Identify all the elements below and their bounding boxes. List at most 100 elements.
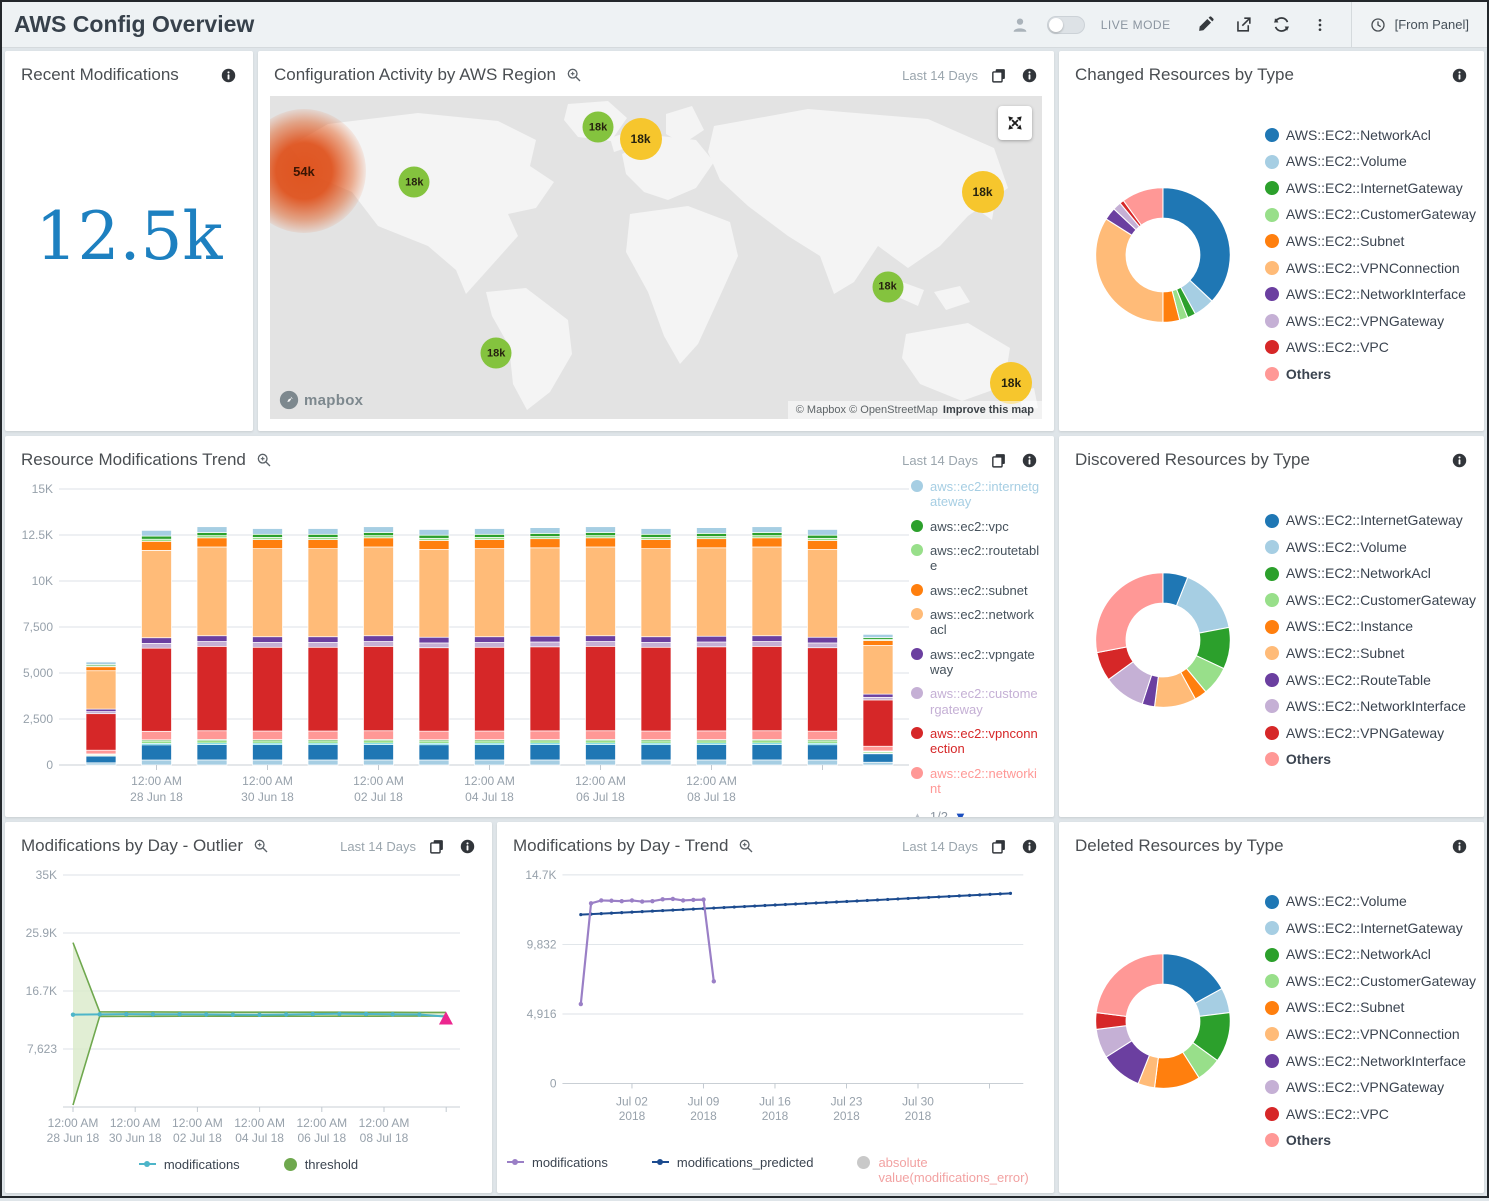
legend-item[interactable]: aws::ec2::networkint [911, 766, 1041, 797]
legend-item[interactable]: aws::ec2::vpc [911, 519, 1041, 534]
dashboard-header: AWS Config Overview LIVE MODE [From Pane… [2, 2, 1487, 48]
map-bubble[interactable]: 18k [990, 362, 1032, 404]
outlier-line-chart[interactable]: 35K25.9K16.7K7,62312:00 AM28 Jun 1812:00… [13, 863, 476, 1155]
trend-line-chart[interactable]: 14.7K9,8324,9160Jul 022018Jul 092018Jul … [505, 863, 1038, 1153]
deleted-resources-donut[interactable] [1085, 928, 1241, 1114]
zoom-in-icon[interactable] [250, 835, 272, 857]
legend-item[interactable]: AWS::EC2::NetworkInterface [1265, 286, 1476, 303]
legend-item[interactable]: Others [1265, 751, 1476, 768]
info-icon[interactable] [1448, 835, 1470, 857]
legend-item[interactable]: AWS::EC2::CustomerGateway [1265, 592, 1476, 609]
panel-recent-modifications: Recent Modifications 12.5k [5, 51, 253, 431]
improve-map-link[interactable]: Improve this map [943, 404, 1034, 416]
legend-item[interactable]: AWS::EC2::CustomerGateway [1265, 206, 1476, 223]
legend-item[interactable]: aws::ec2::subnet [911, 583, 1041, 598]
legend-item[interactable]: AWS::EC2::NetworkInterface [1265, 698, 1476, 715]
live-mode-toggle[interactable] [1047, 16, 1085, 34]
map-bubble[interactable]: 18k [399, 167, 430, 198]
legend-item[interactable]: AWS::EC2::VPNGateway [1265, 1079, 1476, 1096]
legend-swatch [1265, 726, 1279, 740]
svg-text:12:00 AM: 12:00 AM [242, 774, 293, 788]
legend-item[interactable]: AWS::EC2::Volume [1265, 153, 1476, 170]
share-icon[interactable] [1233, 14, 1255, 36]
changed-resources-donut[interactable] [1085, 162, 1241, 348]
mapbox-logo[interactable]: mapbox [278, 389, 363, 411]
discovered-resources-donut[interactable] [1085, 547, 1241, 733]
panel-time-range: Last 14 Days [902, 68, 978, 83]
legend-item[interactable]: modifications [139, 1157, 240, 1172]
info-icon[interactable] [217, 64, 239, 86]
legend-item[interactable]: Others [1265, 1132, 1476, 1149]
map-bubble[interactable]: 18k [872, 271, 903, 302]
refresh-icon[interactable] [1271, 14, 1293, 36]
legend-item[interactable]: AWS::EC2::VPNGateway [1265, 725, 1476, 742]
legend-item[interactable]: AWS::EC2::CustomerGateway [1265, 973, 1476, 990]
legend-page-down-icon[interactable]: ▼ [954, 809, 967, 817]
info-icon[interactable] [456, 835, 478, 857]
stacked-bar-chart[interactable]: 02,5005,0007,50010K12.5K15K12:00 AM28 Ju… [11, 477, 911, 807]
legend-item[interactable]: aws::ec2::vpngateway [911, 647, 1041, 678]
legend-item[interactable]: AWS::EC2::RouteTable [1265, 672, 1476, 689]
duplicate-icon[interactable] [425, 835, 447, 857]
svg-text:10K: 10K [32, 574, 53, 588]
zoom-in-icon[interactable] [735, 835, 757, 857]
legend-item[interactable]: AWS::EC2::Subnet [1265, 645, 1476, 662]
svg-text:7,623: 7,623 [27, 1042, 57, 1056]
legend-item[interactable]: AWS::EC2::NetworkAcl [1265, 946, 1476, 963]
time-range-selector[interactable]: [From Panel] [1351, 2, 1487, 47]
legend-item[interactable]: AWS::EC2::Subnet [1265, 999, 1476, 1016]
legend-page-up-icon[interactable]: ▲ [911, 809, 924, 817]
info-icon[interactable] [1448, 449, 1470, 471]
svg-text:30 Jun 18: 30 Jun 18 [241, 790, 294, 804]
zoom-in-icon[interactable] [253, 449, 275, 471]
expand-icon[interactable] [998, 106, 1032, 140]
legend-item[interactable]: AWS::EC2::VPNGateway [1265, 313, 1476, 330]
legend-item[interactable]: Others [1265, 366, 1476, 383]
legend-item[interactable]: aws::ec2::vpnconnection [911, 726, 1041, 757]
panel-title: Deleted Resources by Type [1075, 836, 1284, 856]
legend-item[interactable]: AWS::EC2::InternetGateway [1265, 920, 1476, 937]
info-icon[interactable] [1018, 449, 1040, 471]
legend-item[interactable]: AWS::EC2::Volume [1265, 539, 1476, 556]
legend-item[interactable]: modifications_predicted [652, 1155, 814, 1170]
region-map[interactable]: 54k18k18k18k18k18k18k18k mapbox © Mapbox… [270, 96, 1042, 419]
legend-item[interactable]: AWS::EC2::Subnet [1265, 233, 1476, 250]
legend-label: modifications_predicted [677, 1155, 814, 1170]
info-icon[interactable] [1018, 64, 1040, 86]
legend-label: AWS::EC2::NetworkInterface [1286, 286, 1466, 303]
legend-item[interactable]: aws::ec2::routetable [911, 543, 1041, 574]
legend-item[interactable]: AWS::EC2::Instance [1265, 618, 1476, 635]
info-icon[interactable] [1018, 835, 1040, 857]
legend-swatch [1265, 921, 1279, 935]
legend-item[interactable]: AWS::EC2::VPNConnection [1265, 260, 1476, 277]
legend-label: aws::ec2::networkint [930, 766, 1041, 797]
duplicate-icon[interactable] [987, 449, 1009, 471]
legend-item[interactable]: AWS::EC2::VPNConnection [1265, 1026, 1476, 1043]
map-bubble[interactable]: 18k [620, 118, 662, 160]
edit-icon[interactable] [1195, 14, 1217, 36]
duplicate-icon[interactable] [987, 64, 1009, 86]
legend-item[interactable]: AWS::EC2::VPC [1265, 339, 1476, 356]
zoom-in-icon[interactable] [563, 64, 585, 86]
legend-item[interactable]: absolute value(modifications_error) [857, 1155, 1044, 1185]
map-bubble[interactable]: 18k [583, 112, 614, 143]
legend-item[interactable]: AWS::EC2::Volume [1265, 893, 1476, 910]
legend-item[interactable]: AWS::EC2::InternetGateway [1265, 180, 1476, 197]
map-bubble[interactable]: 18k [962, 171, 1004, 213]
map-bubble[interactable]: 18k [481, 338, 512, 369]
more-menu-icon[interactable] [1309, 14, 1331, 36]
legend-item[interactable]: aws::ec2::networkacl [911, 607, 1041, 638]
svg-text:12.5K: 12.5K [22, 528, 53, 542]
legend-item[interactable]: AWS::EC2::NetworkInterface [1265, 1053, 1476, 1070]
legend-item[interactable]: AWS::EC2::VPC [1265, 1106, 1476, 1123]
legend-item[interactable]: AWS::EC2::NetworkAcl [1265, 565, 1476, 582]
legend-item[interactable]: AWS::EC2::InternetGateway [1265, 512, 1476, 529]
legend-swatch [911, 480, 923, 492]
legend-item[interactable]: aws::ec2::internetgateway [911, 479, 1041, 510]
legend-item[interactable]: modifications [507, 1155, 608, 1170]
legend-item[interactable]: threshold [284, 1157, 358, 1172]
legend-item[interactable]: AWS::EC2::NetworkAcl [1265, 127, 1476, 144]
duplicate-icon[interactable] [987, 835, 1009, 857]
info-icon[interactable] [1448, 64, 1470, 86]
legend-item[interactable]: aws::ec2::customergateway [911, 686, 1041, 717]
